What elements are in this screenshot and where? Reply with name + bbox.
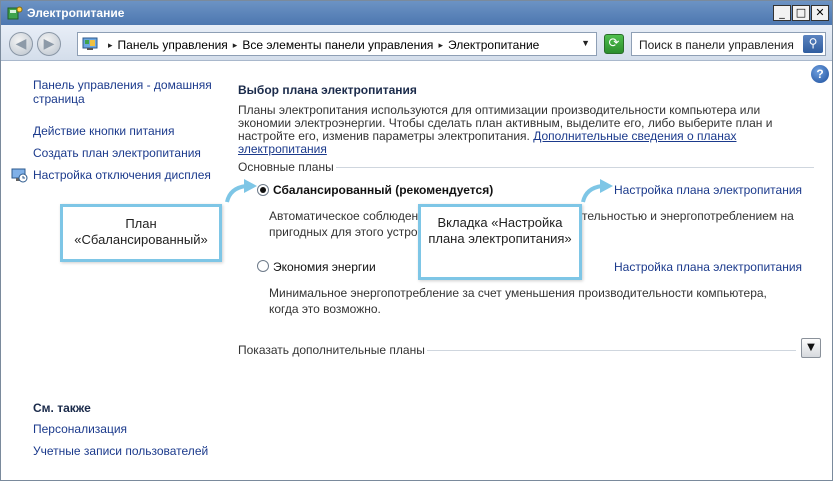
chevron-down-icon[interactable]: ▼ bbox=[581, 38, 590, 48]
breadcrumb-control-panel[interactable]: Панель управления bbox=[118, 38, 228, 52]
sidebar-link-power-button[interactable]: Действие кнопки питания bbox=[33, 124, 175, 138]
search-icon[interactable]: ⚲ bbox=[803, 35, 823, 53]
search-input[interactable]: Поиск в панели управления ⚲ bbox=[631, 32, 826, 56]
breadcrumb: ▸ Панель управления ▸ Все элементы панел… bbox=[108, 38, 539, 52]
help-icon[interactable]: ? bbox=[811, 65, 829, 83]
plan-name-balanced[interactable]: Сбалансированный (рекомендуется) bbox=[273, 183, 493, 197]
window-title: Электропитание bbox=[27, 6, 125, 20]
expand-more-plans-button[interactable]: ▼ bbox=[801, 338, 821, 358]
search-placeholder: Поиск в панели управления bbox=[639, 38, 794, 52]
title-bar[interactable]: Электропитание _ □ ✕ bbox=[1, 1, 832, 25]
breadcrumb-power-options[interactable]: Электропитание bbox=[448, 38, 539, 52]
maximize-button[interactable]: □ bbox=[792, 5, 810, 21]
callout-balanced-plan: План «Сбалансированный» bbox=[60, 204, 222, 262]
display-clock-icon bbox=[11, 168, 28, 183]
plan-description-power-saver: Минимальное энергопотребление за счет ум… bbox=[269, 286, 767, 316]
minimize-button[interactable]: _ bbox=[773, 5, 791, 21]
divider bbox=[336, 167, 814, 168]
plan-name-power-saver[interactable]: Экономия энергии bbox=[273, 260, 376, 274]
sidebar-link-home[interactable]: Панель управления - домашняя страница bbox=[33, 78, 213, 106]
forward-button[interactable]: ▶ bbox=[37, 32, 61, 56]
address-bar[interactable]: ▸ Панель управления ▸ Все элементы панел… bbox=[77, 32, 597, 56]
control-panel-icon bbox=[82, 37, 98, 50]
see-also-heading: См. также bbox=[33, 401, 91, 415]
sidebar-link-user-accounts[interactable]: Учетные записи пользователей bbox=[33, 444, 208, 458]
power-options-window: Электропитание _ □ ✕ ◀ ▶ ▸ Панель управл… bbox=[0, 0, 833, 481]
navigation-bar: ◀ ▶ ▸ Панель управления ▸ Все элементы п… bbox=[1, 25, 832, 61]
callout-plan-settings-tab: Вкладка «Настройка плана электропитания» bbox=[418, 204, 582, 280]
divider bbox=[427, 350, 796, 351]
chevron-right-icon[interactable]: ▸ bbox=[108, 38, 113, 52]
power-options-icon bbox=[7, 6, 23, 20]
back-button[interactable]: ◀ bbox=[9, 32, 33, 56]
chevron-right-icon[interactable]: ▸ bbox=[438, 38, 443, 52]
plan-settings-link-balanced[interactable]: Настройка плана электропитания bbox=[614, 183, 802, 197]
sidebar-link-display-off[interactable]: Настройка отключения дисплея bbox=[33, 168, 211, 182]
refresh-button[interactable]: ⟳ bbox=[604, 34, 624, 54]
sidebar-link-personalization[interactable]: Персонализация bbox=[33, 422, 127, 436]
group-label-main-plans: Основные планы bbox=[238, 160, 334, 174]
plan-radio-power-saver[interactable] bbox=[257, 260, 269, 272]
breadcrumb-all-items[interactable]: Все элементы панели управления bbox=[242, 38, 433, 52]
intro-text: Планы электропитания используются для оп… bbox=[238, 104, 813, 156]
sidebar: Панель управления - домашняя страница Де… bbox=[1, 62, 221, 480]
chevron-right-icon[interactable]: ▸ bbox=[233, 38, 238, 52]
close-button[interactable]: ✕ bbox=[811, 5, 829, 21]
page-title: Выбор плана электропитания bbox=[238, 83, 417, 97]
radio-selected-dot bbox=[260, 187, 266, 193]
sidebar-link-create-plan[interactable]: Создать план электропитания bbox=[33, 146, 201, 160]
plan-settings-link-power-saver[interactable]: Настройка плана электропитания bbox=[614, 260, 802, 274]
callout-arrow-icon bbox=[581, 179, 613, 203]
callout-arrow-icon bbox=[225, 179, 257, 203]
show-more-plans-label[interactable]: Показать дополнительные планы bbox=[238, 343, 425, 357]
